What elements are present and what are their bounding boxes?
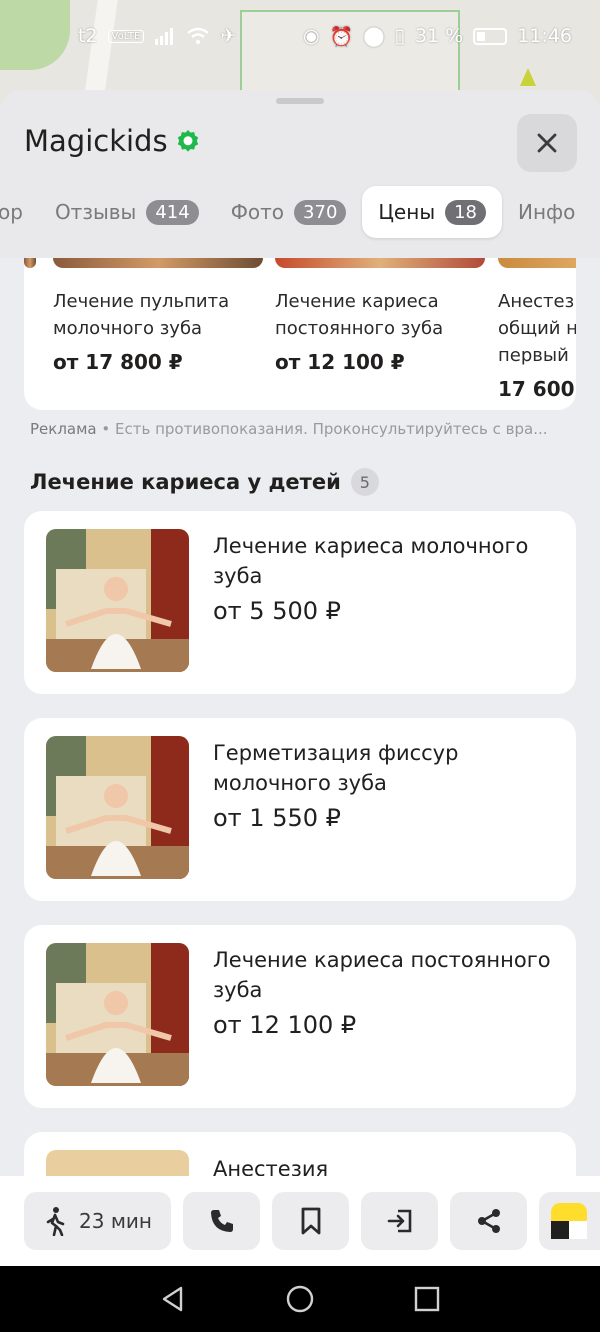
- ad-text: • Есть противопоказания. Проконсультируй…: [96, 420, 548, 438]
- taxi-button[interactable]: [539, 1192, 600, 1250]
- vibrate-icon: ▯: [394, 25, 405, 47]
- service-card[interactable]: Лечение кариеса молочного зуба от 5 500 …: [24, 511, 576, 694]
- carrier-label: t2: [78, 25, 98, 47]
- ad-disclaimer: Реклама • Есть противопоказания. Проконс…: [30, 420, 548, 438]
- service-photo: [46, 529, 189, 672]
- girl-photo-illustration: [46, 529, 189, 672]
- tab-count-badge: 414: [146, 199, 199, 225]
- service-name: Герметизация фиссур молочного зуба: [213, 741, 459, 795]
- promo-image: [53, 258, 263, 268]
- battery-percent: 31 %: [414, 25, 464, 47]
- service-card[interactable]: Лечение кариеса постоянного зуба от 12 1…: [24, 925, 576, 1108]
- tab-overview[interactable]: ор: [0, 186, 39, 238]
- service-photo: [46, 736, 189, 879]
- walk-time: 23 мин: [79, 1209, 152, 1233]
- entrance-icon: [387, 1209, 411, 1233]
- section-title: Лечение кариеса у детей: [30, 470, 341, 494]
- promo-price: 17 600: [498, 377, 575, 401]
- place-name: Magickids: [24, 124, 168, 158]
- status-bar: t2 VoLTE ✈ ◉ ⏰ ⬤ ▯ 31 % 11:46: [0, 0, 600, 72]
- share-icon: [477, 1209, 500, 1233]
- promo-carousel[interactable]: Лечение пульпита молочного зуба от 17 80…: [24, 258, 576, 410]
- promo-title: Лечение кариеса постоянного зуба: [275, 291, 444, 339]
- service-name: Лечение кариеса постоянного зуба: [213, 948, 551, 1002]
- close-icon: [537, 133, 557, 153]
- service-price: от 12 100 ₽: [213, 1011, 357, 1039]
- promo-card[interactable]: Лечение кариеса постоянного зуба от 12 1…: [275, 258, 485, 374]
- taxi-icon: [551, 1203, 587, 1239]
- tab-info[interactable]: Инфо: [502, 186, 591, 238]
- tab-count-badge: 18: [445, 199, 487, 225]
- wifi-icon: [187, 27, 210, 45]
- sheet-grabber[interactable]: [276, 98, 324, 104]
- promo-card[interactable]: Лечение пульпита молочного зуба от 17 80…: [53, 258, 263, 374]
- promo-image: [24, 258, 36, 268]
- section-count-badge: 5: [350, 468, 379, 496]
- back-icon[interactable]: [159, 1285, 187, 1313]
- tab-count-badge: 370: [294, 199, 347, 225]
- tab-label: Отзывы: [54, 200, 137, 224]
- tab-photos[interactable]: Фото 370: [215, 186, 363, 238]
- action-bar: 23 мин: [0, 1176, 600, 1266]
- promo-image: [498, 258, 576, 268]
- home-icon[interactable]: [285, 1284, 315, 1314]
- tab-label: Цены: [378, 200, 436, 224]
- service-price: от 5 500 ₽: [213, 597, 341, 625]
- call-button[interactable]: [183, 1192, 260, 1250]
- bookmark-icon: [301, 1207, 320, 1235]
- phone-icon: [210, 1210, 233, 1232]
- verified-icon: [177, 130, 198, 152]
- enter-button[interactable]: [361, 1192, 438, 1250]
- tab-label: ор: [0, 200, 23, 224]
- route-walk-button[interactable]: 23 мин: [24, 1192, 171, 1250]
- signal-icon: [155, 28, 174, 45]
- tab-reviews[interactable]: Отзывы 414: [39, 186, 215, 238]
- tab-prices[interactable]: Цены 18: [362, 186, 503, 238]
- promo-card[interactable]: Анестез общий н первый 17 600: [498, 258, 576, 401]
- service-name: Лечение кариеса молочного зуба: [213, 534, 529, 588]
- location-icon: ⬤: [363, 25, 385, 47]
- promo-image: [275, 258, 485, 268]
- service-photo: [46, 943, 189, 1086]
- promo-price: от 12 100 ₽: [275, 350, 405, 374]
- promo-price: от 17 800 ₽: [53, 350, 183, 374]
- close-button[interactable]: [517, 114, 577, 172]
- place-title: Magickids: [24, 124, 200, 158]
- service-card[interactable]: Герметизация фиссур молочного зуба от 1 …: [24, 718, 576, 901]
- airplane-icon: ✈: [220, 25, 237, 47]
- eye-icon: ◉: [302, 25, 320, 47]
- clock: 11:46: [517, 25, 572, 47]
- girl-photo-illustration: [46, 943, 189, 1086]
- promo-title: Лечение пульпита молочного зуба: [53, 291, 230, 339]
- place-sheet: Magickids ор Отзывы 414 Фото 370 Цены 18…: [0, 90, 600, 1266]
- promo-title: Анестез общий н первый: [498, 291, 576, 366]
- walk-icon: [46, 1207, 65, 1236]
- alarm-icon: ⏰: [329, 25, 354, 48]
- section-header: Лечение кариеса у детей 5: [30, 468, 379, 496]
- ad-label: Реклама: [30, 420, 97, 438]
- volte-badge: VoLTE: [107, 29, 145, 43]
- girl-photo-illustration: [46, 736, 189, 879]
- tab-label: Инфо: [518, 200, 576, 224]
- tab-label: Фото: [230, 200, 285, 224]
- service-price: от 1 550 ₽: [213, 804, 341, 832]
- system-nav-bar: [0, 1266, 600, 1332]
- bookmark-button[interactable]: [272, 1192, 349, 1250]
- tab-bar: ор Отзывы 414 Фото 370 Цены 18 Инфо: [0, 184, 600, 240]
- share-button[interactable]: [450, 1192, 527, 1250]
- battery-icon: [473, 27, 508, 45]
- recents-icon[interactable]: [413, 1285, 441, 1313]
- sheet-header: Magickids ор Отзывы 414 Фото 370 Цены 18…: [0, 90, 600, 258]
